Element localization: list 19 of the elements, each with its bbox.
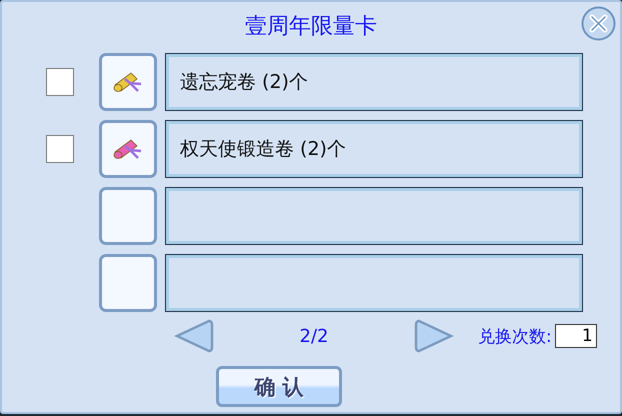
item-name: 权天使锻造卷 (2)个 [180, 137, 346, 162]
page-indicator: 2/2 [298, 326, 330, 346]
confirm-button[interactable]: 确 认 [216, 366, 342, 407]
item-slot[interactable] [99, 120, 157, 178]
item-name: 遗忘宠卷 (2)个 [180, 70, 308, 95]
left-triangle-icon [174, 319, 214, 353]
close-icon [581, 6, 616, 41]
checkbox[interactable] [46, 68, 74, 96]
item-slot[interactable] [99, 187, 157, 245]
previous-page-button[interactable] [174, 319, 214, 353]
item-slot[interactable] [99, 254, 157, 312]
window-title: 壹周年限量卡 [245, 13, 377, 41]
close-button[interactable] [581, 6, 616, 41]
exchange-count-field[interactable]: 1 [554, 324, 597, 348]
item-slot[interactable] [99, 53, 157, 111]
checkbox[interactable] [46, 135, 74, 163]
next-page-button[interactable] [414, 319, 454, 353]
right-triangle-icon [414, 319, 454, 353]
exchange-count-label: 兑换次数: [478, 326, 552, 348]
